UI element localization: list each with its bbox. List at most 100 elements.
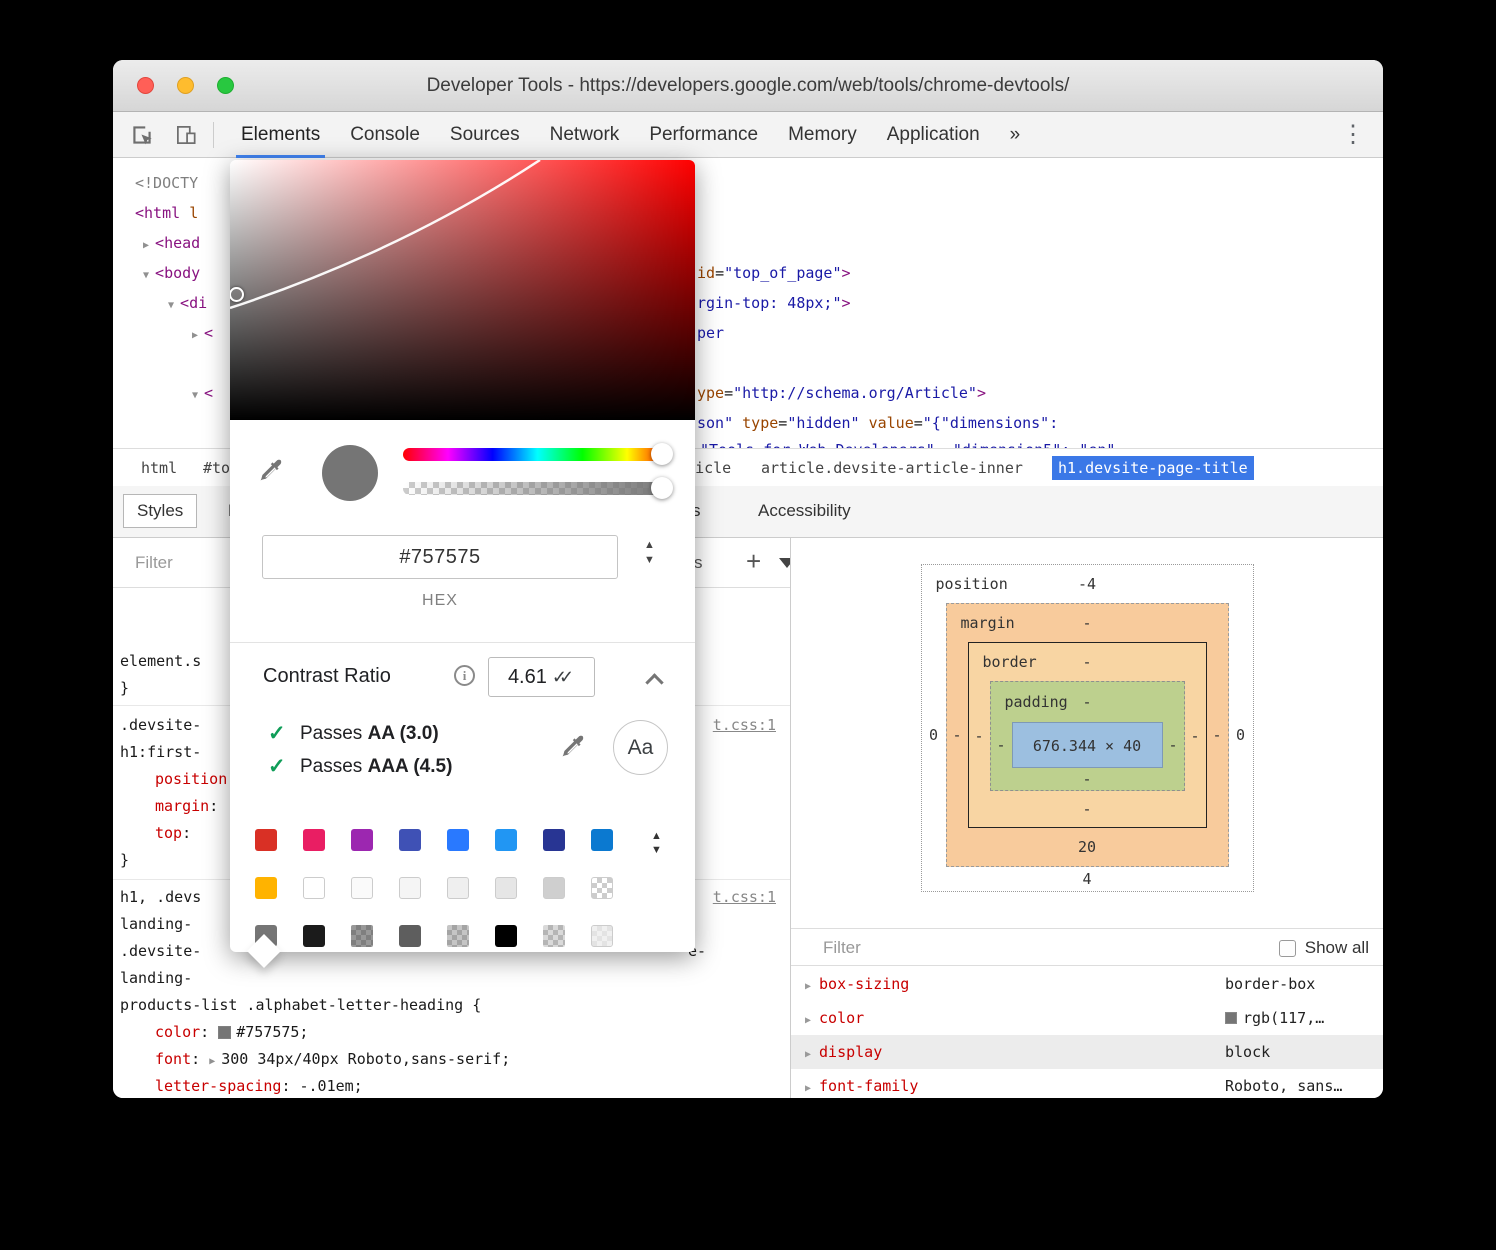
palette-swatch[interactable]: [303, 829, 325, 851]
stylesheet-link[interactable]: t.css:1: [713, 884, 776, 910]
style-line[interactable]: letter-spacing: -.01em;: [113, 1073, 790, 1098]
style-line[interactable]: products-list .alphabet-letter-heading {: [113, 992, 790, 1018]
tab-sources[interactable]: Sources: [435, 112, 535, 158]
border-top-value[interactable]: -: [1082, 653, 1091, 671]
devtools-menu-icon[interactable]: ⋮: [1341, 112, 1365, 158]
device-toolbar-icon[interactable]: [173, 122, 199, 148]
decrement-icon[interactable]: ▼: [644, 555, 655, 566]
padding-bottom-value[interactable]: -: [991, 768, 1184, 790]
tab-performance[interactable]: Performance: [634, 112, 773, 158]
expand-icon[interactable]: ▶: [805, 981, 811, 992]
palette-swatch[interactable]: [351, 829, 373, 851]
palette-swatch[interactable]: [495, 925, 517, 947]
border-right-value[interactable]: -: [1185, 727, 1206, 745]
hex-input[interactable]: [262, 535, 618, 579]
hue-knob[interactable]: [651, 443, 673, 465]
inspect-element-icon[interactable]: [129, 122, 155, 148]
palette-swatch[interactable]: [543, 925, 565, 947]
stylesheet-link[interactable]: t.css:1: [713, 712, 776, 738]
palette-pager[interactable]: ▲ ▼: [651, 831, 662, 856]
palette-swatch[interactable]: [447, 925, 469, 947]
hue-slider[interactable]: [403, 448, 672, 461]
palette-swatch[interactable]: [255, 877, 277, 899]
position-bottom-value[interactable]: 4: [922, 867, 1253, 891]
info-icon[interactable]: i: [454, 665, 475, 686]
box-model-border[interactable]: border - - padding -: [968, 642, 1207, 828]
box-model-position[interactable]: position -4 0 margin - -: [921, 564, 1254, 892]
palette-swatch[interactable]: [447, 877, 469, 899]
tab-network[interactable]: Network: [535, 112, 635, 158]
tab-console[interactable]: Console: [335, 112, 435, 158]
breadcrumb-item[interactable]: html: [135, 456, 183, 480]
padding-top-value[interactable]: -: [1082, 693, 1091, 711]
style-line[interactable]: font: ▶ 300 34px/40px Roboto,sans-serif;: [113, 1046, 790, 1072]
border-bottom-value[interactable]: -: [969, 791, 1206, 827]
palette-swatch[interactable]: [495, 877, 517, 899]
aa-preview-button[interactable]: Aa: [613, 720, 668, 775]
palette-swatch[interactable]: [303, 925, 325, 947]
contrast-eyedropper-icon[interactable]: [560, 733, 587, 760]
palette-up-icon[interactable]: ▲: [651, 831, 662, 842]
box-model-margin[interactable]: margin - - border - -: [946, 603, 1229, 867]
tab-more[interactable]: »: [995, 112, 1036, 158]
border-left-value[interactable]: -: [969, 727, 990, 745]
box-model-padding[interactable]: padding - - 676.344 × 40 - -: [990, 681, 1185, 791]
breadcrumb-item[interactable]: article.devsite-article-inner: [755, 456, 1029, 480]
position-left-value[interactable]: 0: [922, 726, 946, 744]
collapse-contrast-icon[interactable]: [645, 673, 663, 691]
margin-top-value[interactable]: -: [1082, 614, 1091, 632]
palette-swatch[interactable]: [591, 877, 613, 899]
eyedropper-icon[interactable]: [258, 457, 285, 484]
breadcrumb-item[interactable]: h1.devsite-page-title: [1052, 456, 1254, 480]
palette-down-icon[interactable]: ▼: [651, 845, 662, 856]
alpha-slider[interactable]: [403, 482, 672, 495]
alpha-knob[interactable]: [651, 477, 673, 499]
new-style-rule-button[interactable]: +: [746, 538, 761, 584]
palette-swatch[interactable]: [351, 877, 373, 899]
style-line[interactable]: color: #757575;: [113, 1019, 790, 1045]
position-top-value[interactable]: -4: [1078, 575, 1096, 593]
computed-property-row[interactable]: ▶box-sizingborder-box: [791, 967, 1383, 1001]
padding-left-value[interactable]: -: [991, 736, 1012, 754]
color-gradient-area[interactable]: [230, 160, 695, 420]
palette-swatch[interactable]: [255, 829, 277, 851]
palette-swatch[interactable]: [447, 829, 469, 851]
palette-swatch[interactable]: [591, 925, 613, 947]
zoom-button[interactable]: [217, 77, 234, 94]
computed-property-row[interactable]: ▶displayblock: [791, 1035, 1383, 1069]
window-titlebar[interactable]: Developer Tools - https://developers.goo…: [113, 60, 1383, 112]
close-button[interactable]: [137, 77, 154, 94]
computed-property-row[interactable]: ▶font-familyRoboto, sans…: [791, 1069, 1383, 1098]
palette-swatch[interactable]: [543, 829, 565, 851]
styles-filter-input[interactable]: Filter: [135, 538, 173, 588]
padding-right-value[interactable]: -: [1163, 736, 1184, 754]
margin-right-value[interactable]: -: [1207, 726, 1228, 744]
hex-stepper[interactable]: ▲ ▼: [644, 540, 655, 566]
show-all-checkbox[interactable]: [1279, 940, 1296, 957]
sidebar-tab-accessibility[interactable]: Accessibility: [745, 494, 864, 528]
computed-filter-input[interactable]: Filter: [823, 929, 861, 967]
margin-bottom-value[interactable]: 20: [947, 828, 1228, 866]
margin-left-value[interactable]: -: [947, 726, 968, 744]
tab-elements[interactable]: Elements: [226, 112, 335, 158]
increment-icon[interactable]: ▲: [644, 540, 655, 551]
position-right-value[interactable]: 0: [1229, 726, 1253, 744]
palette-swatch[interactable]: [399, 829, 421, 851]
palette-swatch[interactable]: [351, 925, 373, 947]
filter-funnel-icon[interactable]: [779, 558, 791, 568]
sidebar-tab-styles[interactable]: Styles: [123, 494, 197, 528]
tab-memory[interactable]: Memory: [773, 112, 872, 158]
expand-icon[interactable]: ▶: [805, 1015, 811, 1026]
palette-swatch[interactable]: [495, 829, 517, 851]
expand-icon[interactable]: ▶: [805, 1083, 811, 1094]
minimize-button[interactable]: [177, 77, 194, 94]
palette-swatch[interactable]: [591, 829, 613, 851]
palette-swatch[interactable]: [543, 877, 565, 899]
computed-property-row[interactable]: ▶colorrgb(117,…: [791, 1001, 1383, 1035]
style-line[interactable]: landing-: [113, 965, 790, 991]
expand-icon[interactable]: ▶: [805, 1049, 811, 1060]
inline-color-swatch[interactable]: [218, 1026, 231, 1039]
palette-swatch[interactable]: [399, 925, 421, 947]
box-model-content[interactable]: 676.344 × 40: [1012, 722, 1163, 768]
palette-swatch[interactable]: [303, 877, 325, 899]
